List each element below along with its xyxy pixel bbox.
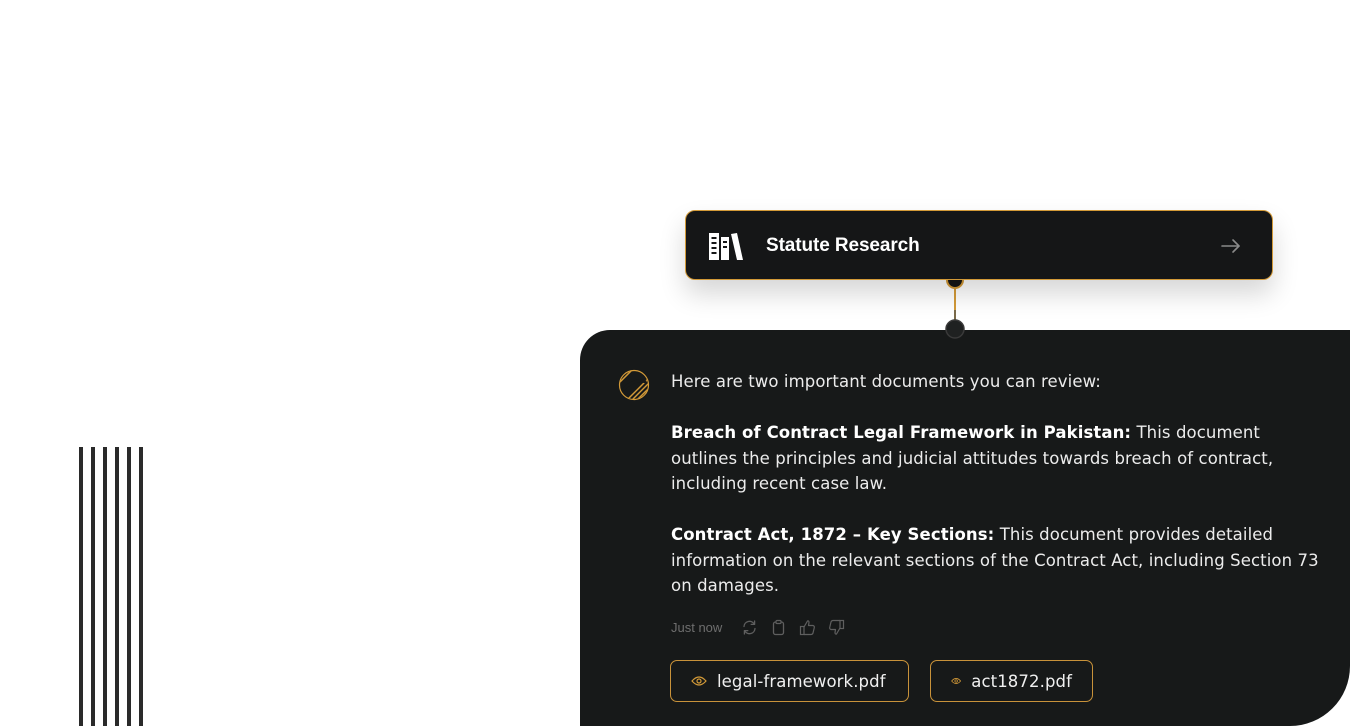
document-summary-2: Contract Act, 1872 – Key Sections: This … xyxy=(671,522,1321,599)
library-books-icon xyxy=(709,233,743,260)
file-chip-legal-framework[interactable]: legal-framework.pdf xyxy=(670,660,909,702)
message-actions-row: Just now xyxy=(671,616,856,638)
thumbs-up-icon[interactable] xyxy=(798,618,816,636)
file-chip-act1872[interactable]: act1872.pdf xyxy=(930,660,1093,702)
arrow-right-icon[interactable] xyxy=(1220,235,1242,257)
tool-card-title: Statute Research xyxy=(766,235,920,256)
regenerate-icon[interactable] xyxy=(740,618,758,636)
page: Statute Research Here are two important … xyxy=(0,0,1350,726)
connector-line xyxy=(945,271,965,339)
hatched-sphere-icon xyxy=(618,369,650,401)
message-timestamp: Just now xyxy=(671,619,723,635)
panel-rounded-corner xyxy=(1290,666,1350,726)
thumbs-down-icon[interactable] xyxy=(827,618,845,636)
document-summary-1: Breach of Contract Legal Framework in Pa… xyxy=(671,420,1321,497)
document-title-1: Breach of Contract Legal Framework in Pa… xyxy=(671,423,1132,442)
file-name: legal-framework.pdf xyxy=(717,671,886,691)
file-name: act1872.pdf xyxy=(971,671,1072,691)
document-title-2: Contract Act, 1872 – Key Sections: xyxy=(671,525,995,544)
eye-icon xyxy=(951,678,962,684)
statute-research-card[interactable]: Statute Research xyxy=(685,210,1273,280)
decorative-stripes xyxy=(79,447,147,726)
assistant-intro-text: Here are two important documents you can… xyxy=(671,372,1101,391)
eye-icon xyxy=(691,676,707,686)
copy-icon[interactable] xyxy=(769,618,787,636)
